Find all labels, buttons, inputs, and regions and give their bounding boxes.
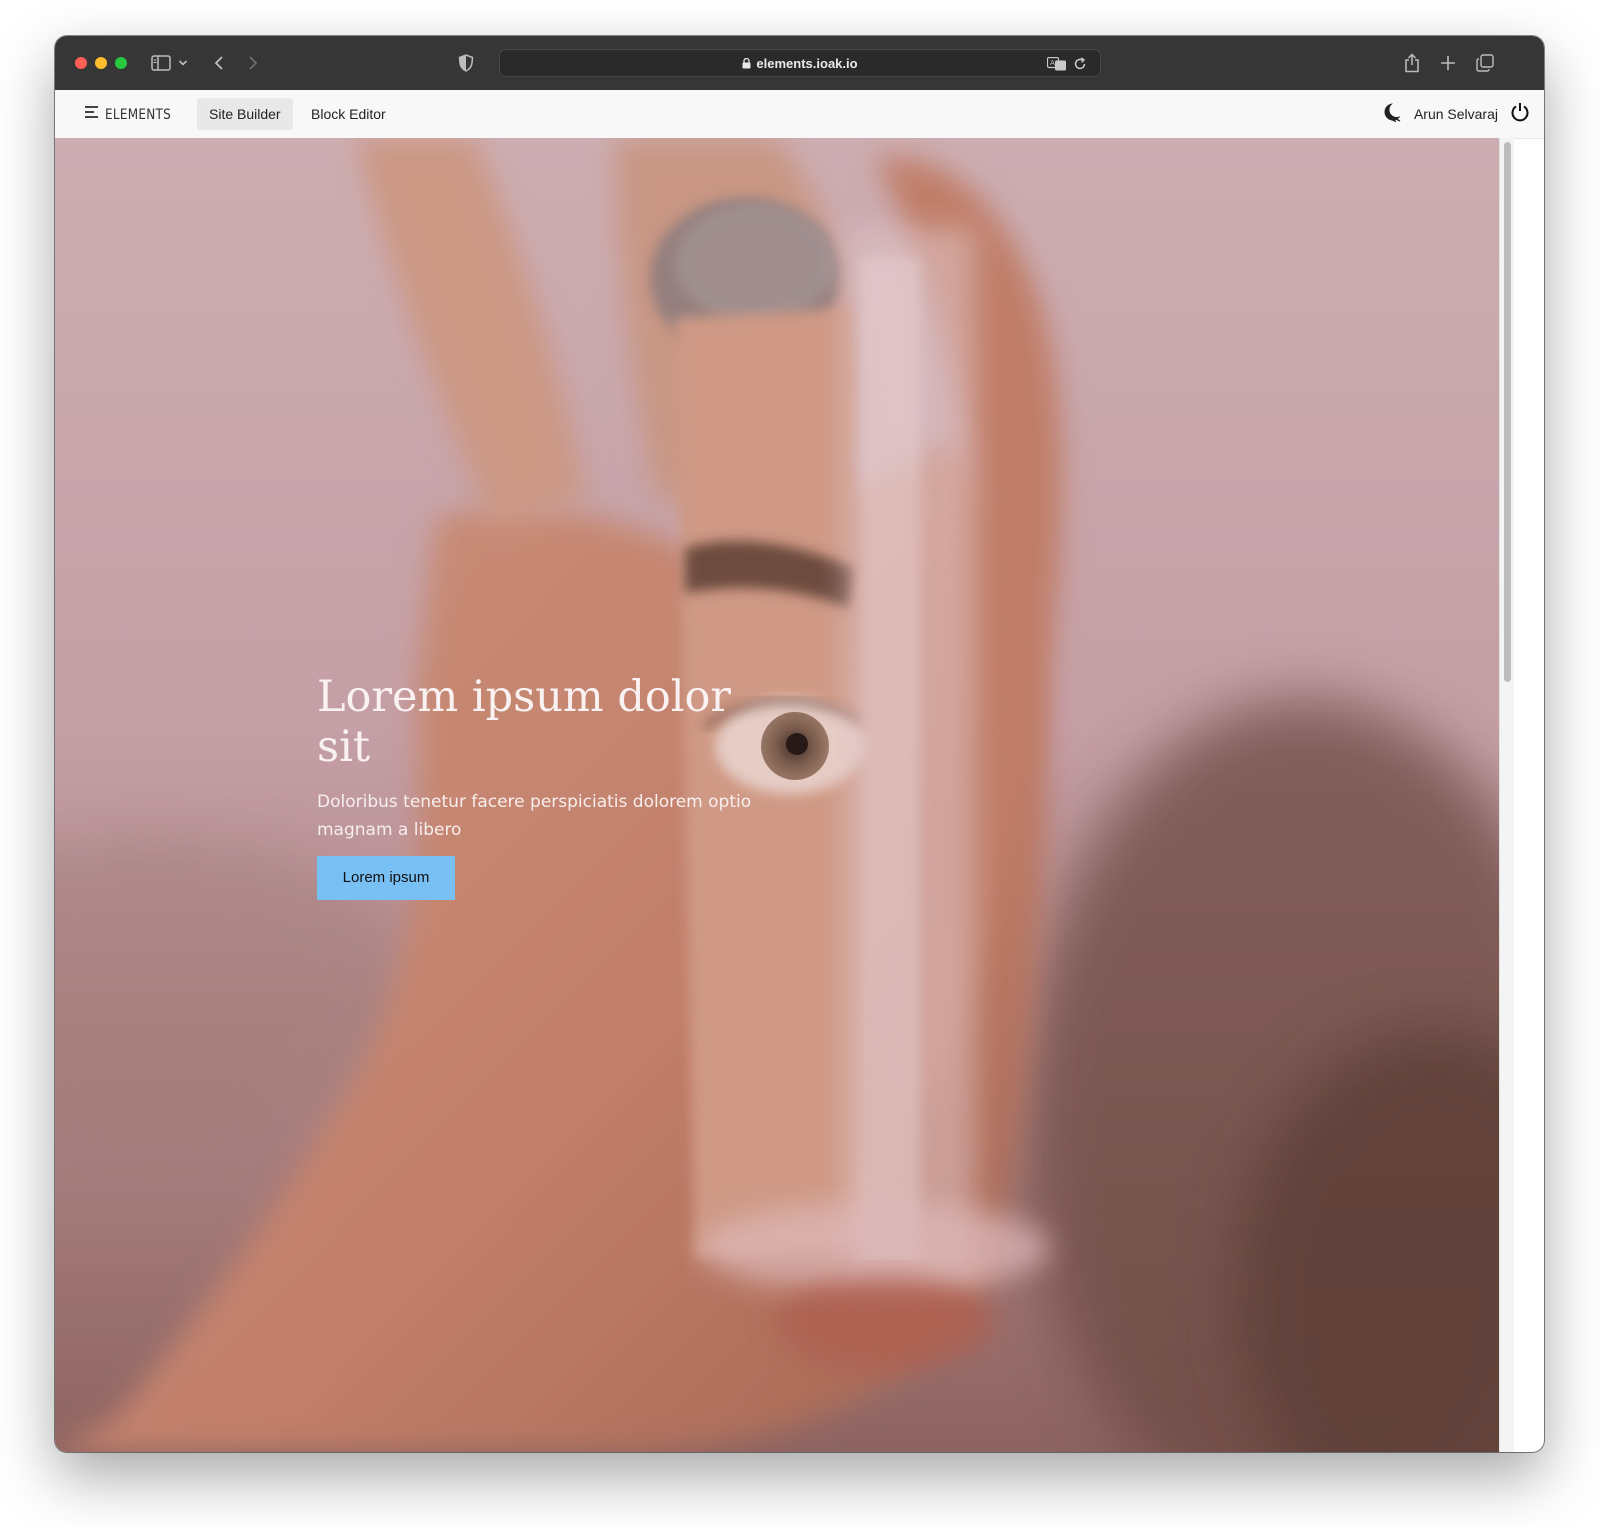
user-name[interactable]: Arun Selvaraj xyxy=(1414,106,1498,122)
new-tab-icon[interactable] xyxy=(1436,51,1460,75)
translate-icon[interactable]: A xyxy=(1046,55,1068,73)
power-icon[interactable] xyxy=(1510,102,1530,127)
zoom-window-button[interactable] xyxy=(115,57,127,69)
address-text: elements.ioak.io xyxy=(500,56,1100,72)
nav-site-builder[interactable]: Site Builder xyxy=(197,98,293,130)
minimize-window-button[interactable] xyxy=(95,57,107,69)
hero-title: Lorem ipsum dolor sit xyxy=(317,672,731,772)
hero-subtitle: Doloribus tenetur facere perspiciatis do… xyxy=(317,792,752,840)
user-area: Arun Selvaraj xyxy=(1382,90,1530,138)
reload-icon[interactable] xyxy=(1071,55,1089,73)
sidebar-icon[interactable] xyxy=(149,51,173,75)
hero-section: Lorem ipsum dolor sit Doloribus tenetur … xyxy=(55,138,1499,1452)
nav-block-editor[interactable]: Block Editor xyxy=(299,98,398,130)
browser-toolbar: elements.ioak.io A xyxy=(55,36,1544,91)
dark-mode-icon[interactable] xyxy=(1382,102,1402,127)
forward-icon[interactable] xyxy=(241,51,265,75)
tabs-overview-icon[interactable] xyxy=(1473,51,1497,75)
browser-window: elements.ioak.io A ELEMENTS Site Builder… xyxy=(55,36,1544,1452)
brand-name: ELEMENTS xyxy=(105,106,171,123)
svg-text:A: A xyxy=(1050,59,1055,67)
hero-cta-button[interactable]: Lorem ipsum xyxy=(317,856,455,900)
lock-icon xyxy=(742,57,751,72)
brand[interactable]: ELEMENTS xyxy=(85,104,182,125)
close-window-button[interactable] xyxy=(75,57,87,69)
shield-icon[interactable] xyxy=(454,51,478,75)
page-scrollbar[interactable] xyxy=(1499,138,1514,1452)
address-bar[interactable]: elements.ioak.io A xyxy=(499,49,1101,77)
chevron-down-icon[interactable] xyxy=(176,51,190,75)
scrollbar-thumb[interactable] xyxy=(1504,142,1511,682)
url-text: elements.ioak.io xyxy=(756,56,858,71)
share-icon[interactable] xyxy=(1400,51,1424,75)
hero-content: Lorem ipsum dolor sit Doloribus tenetur … xyxy=(317,672,767,900)
back-icon[interactable] xyxy=(207,51,231,75)
app-navbar: ELEMENTS Site Builder Block Editor Arun … xyxy=(55,90,1544,139)
menu-icon[interactable] xyxy=(85,104,99,125)
hero-background-image xyxy=(55,138,1499,1452)
